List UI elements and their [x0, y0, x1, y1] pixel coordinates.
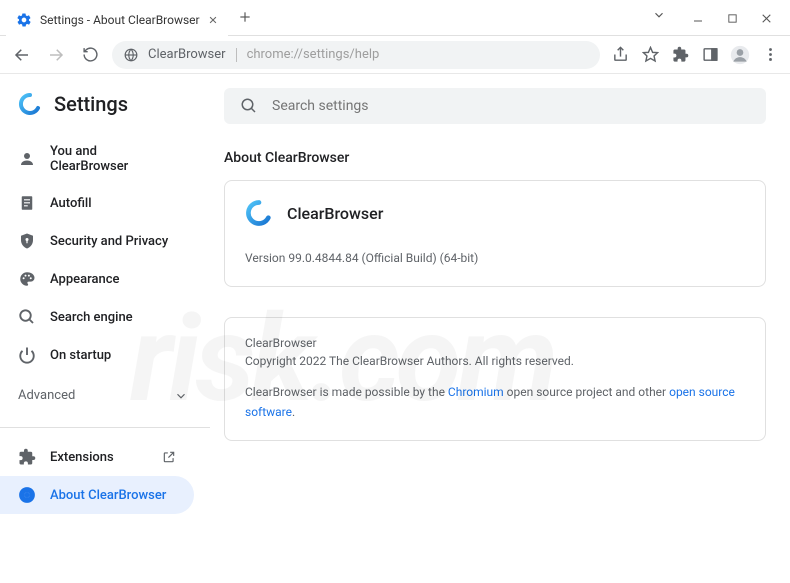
minimize-button[interactable] [684, 8, 712, 28]
sidebar-item-extensions[interactable]: Extensions [0, 438, 194, 476]
shield-icon [18, 232, 36, 250]
credits-card: ClearBrowser Copyright 2022 The ClearBro… [224, 317, 766, 441]
reload-button[interactable] [78, 43, 102, 67]
sidebar-item-about[interactable]: About ClearBrowser [0, 476, 194, 514]
sidebar-item-label: About ClearBrowser [50, 488, 166, 503]
sidebar-item-label: On startup [50, 348, 111, 363]
chevron-down-icon [174, 389, 188, 403]
address-bar[interactable]: ClearBrowser chrome://settings/help [112, 41, 600, 69]
extensions-icon[interactable] [670, 45, 690, 65]
search-icon [18, 308, 36, 326]
share-icon[interactable] [610, 45, 630, 65]
sidebar-item-label: Extensions [50, 450, 114, 465]
clearbrowser-logo-icon [245, 199, 273, 227]
tab-title: Settings - About ClearBrowser [40, 13, 200, 27]
sidebar-advanced-toggle[interactable]: Advanced [0, 374, 210, 417]
section-title: About ClearBrowser [224, 150, 766, 166]
power-icon [18, 346, 36, 364]
sidebar-item-autofill[interactable]: Autofill [0, 184, 194, 222]
browser-toolbar: ClearBrowser chrome://settings/help [0, 36, 790, 74]
main-panel: About ClearBrowser ClearBrowser Version … [210, 74, 790, 583]
window-titlebar: Settings - About ClearBrowser [0, 0, 790, 36]
sidebar-divider [0, 427, 210, 428]
sidebar-item-startup[interactable]: On startup [0, 336, 194, 374]
sidebar-item-search[interactable]: Search engine [0, 298, 194, 336]
about-card-header: ClearBrowser [245, 199, 745, 227]
maximize-button[interactable] [718, 8, 746, 28]
menu-dots-icon[interactable] [760, 45, 780, 65]
autofill-icon [18, 194, 36, 212]
gear-icon [16, 12, 32, 28]
address-url: chrome://settings/help [247, 47, 380, 62]
search-settings-box[interactable] [224, 88, 766, 124]
sidebar-item-label: Appearance [50, 272, 119, 287]
person-icon [18, 150, 36, 168]
bookmark-star-icon[interactable] [640, 45, 660, 65]
credits-middle: open source project and other [504, 385, 669, 399]
address-prefix: ClearBrowser [148, 47, 226, 62]
chromium-link[interactable]: Chromium [448, 385, 504, 399]
clearbrowser-logo-icon [18, 92, 42, 116]
settings-header: Settings [0, 88, 210, 134]
external-link-icon [162, 450, 176, 464]
palette-icon [18, 270, 36, 288]
copyright-text: Copyright 2022 The ClearBrowser Authors.… [245, 352, 745, 371]
address-separator [236, 48, 237, 62]
chrome-icon [18, 486, 36, 504]
search-settings-input[interactable] [272, 98, 750, 114]
forward-button[interactable] [44, 43, 68, 67]
browser-tab[interactable]: Settings - About ClearBrowser [6, 4, 228, 36]
product-name: ClearBrowser [287, 204, 383, 223]
sidebar: Settings You and ClearBrowser Autofill S… [0, 74, 210, 583]
new-tab-button[interactable] [238, 10, 252, 24]
sidebar-toggle-icon[interactable] [700, 45, 720, 65]
about-card: ClearBrowser Version 99.0.4844.84 (Offic… [224, 180, 766, 287]
credits-prefix: ClearBrowser is made possible by the [245, 385, 448, 399]
content-area: Settings You and ClearBrowser Autofill S… [0, 74, 790, 583]
credits-text: ClearBrowser is made possible by the Chr… [245, 383, 745, 421]
close-window-button[interactable] [752, 8, 780, 28]
sidebar-item-label: Autofill [50, 196, 92, 211]
search-icon [240, 97, 258, 115]
sidebar-item-security[interactable]: Security and Privacy [0, 222, 194, 260]
advanced-label: Advanced [18, 388, 75, 403]
credits-suffix: . [292, 405, 295, 419]
close-icon[interactable] [208, 15, 218, 25]
puzzle-icon [18, 448, 36, 466]
back-button[interactable] [10, 43, 34, 67]
version-text: Version 99.0.4844.84 (Official Build) (6… [245, 249, 745, 268]
sidebar-item-label: Search engine [50, 310, 133, 325]
window-controls [652, 0, 790, 28]
sidebar-item-appearance[interactable]: Appearance [0, 260, 194, 298]
sidebar-item-label: You and ClearBrowser [50, 144, 176, 174]
site-info-icon[interactable] [124, 48, 138, 62]
sidebar-item-you[interactable]: You and ClearBrowser [0, 134, 194, 184]
profile-avatar-icon[interactable] [730, 45, 750, 65]
footer-product-name: ClearBrowser [245, 336, 745, 350]
settings-title: Settings [54, 92, 128, 116]
chevron-down-icon[interactable] [652, 8, 666, 28]
sidebar-item-label: Security and Privacy [50, 234, 168, 249]
